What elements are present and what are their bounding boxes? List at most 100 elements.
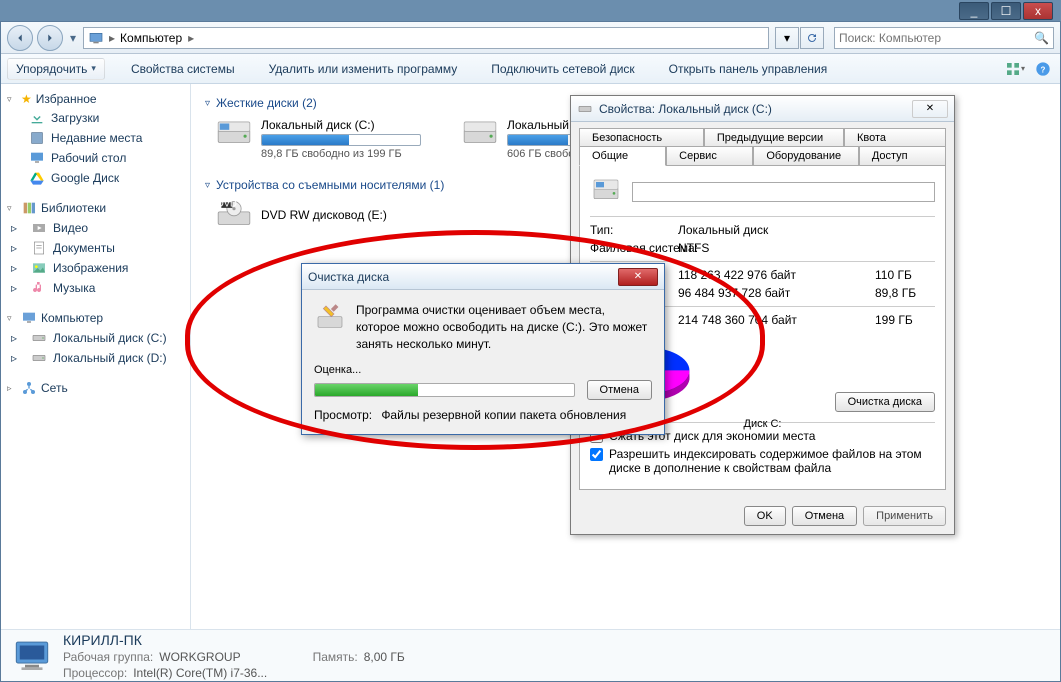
tab-quota[interactable]: Квота xyxy=(844,128,946,147)
drive-dvd-name: DVD RW дисковод (E:) xyxy=(261,208,387,222)
crumb-arrow[interactable]: ▸ xyxy=(184,31,196,45)
fs-value: NTFS xyxy=(678,241,935,255)
sidebar-libraries-header[interactable]: ▿Библиотеки xyxy=(1,198,190,218)
crumb-separator: ▸ xyxy=(106,31,118,45)
disk-cleanup-dialog: Очистка диска ✕ Программа очистки оценив… xyxy=(301,263,665,435)
cleanup-titlebar[interactable]: Очистка диска ✕ xyxy=(302,264,664,290)
capacity-bytes: 214 748 360 704 байт xyxy=(678,313,875,327)
network-icon xyxy=(21,380,37,396)
address-bar: ▾ ▸ Компьютер ▸ ▾ 🔍 xyxy=(1,22,1060,54)
fs-label: Файловая система: xyxy=(590,241,678,255)
used-bytes: 118 263 422 976 байт xyxy=(678,268,875,282)
tab-general[interactable]: Общие xyxy=(579,146,666,166)
tab-tools[interactable]: Сервис xyxy=(666,146,753,166)
svg-text:DVD: DVD xyxy=(217,200,237,209)
arrow-left-icon xyxy=(13,31,27,45)
sidebar-item-music[interactable]: ▹Музыка xyxy=(1,278,190,298)
address-dropdown-button[interactable]: ▾ xyxy=(775,27,799,49)
search-box[interactable]: 🔍 xyxy=(834,27,1054,49)
os-close-button[interactable]: x xyxy=(1023,2,1053,20)
uninstall-program-button[interactable]: Удалить или изменить программу xyxy=(261,59,466,79)
sidebar-item-disk-c[interactable]: ▹Локальный диск (C:) xyxy=(1,328,190,348)
os-maximize-button[interactable]: ☐ xyxy=(991,2,1021,20)
pc-name: КИРИЛЛ-ПК xyxy=(63,632,405,648)
disk-cleanup-button[interactable]: Очистка диска xyxy=(835,392,935,412)
cleanup-icon xyxy=(314,302,346,334)
sidebar-item-desktop[interactable]: Рабочий стол xyxy=(1,148,190,168)
tab-security[interactable]: Безопасность xyxy=(579,128,704,147)
google-drive-icon xyxy=(29,170,45,186)
tab-previous-versions[interactable]: Предыдущие версии xyxy=(704,128,844,147)
properties-close-button[interactable]: ✕ xyxy=(912,100,948,118)
cleanup-message: Программа очистки оценивает объем места,… xyxy=(356,302,652,352)
map-network-drive-button[interactable]: Подключить сетевой диск xyxy=(483,59,642,79)
video-icon xyxy=(31,220,47,236)
nav-history-dropdown[interactable]: ▾ xyxy=(67,27,79,49)
index-checkbox[interactable] xyxy=(590,448,603,461)
search-input[interactable] xyxy=(839,31,1034,45)
search-icon: 🔍 xyxy=(1034,31,1049,45)
open-control-panel-button[interactable]: Открыть панель управления xyxy=(661,59,836,79)
cleanup-title: Очистка диска xyxy=(308,270,618,284)
drive-c-free-text: 89,8 ГБ свободно из 199 ГБ xyxy=(261,148,421,160)
cleanup-cancel-button[interactable]: Отмена xyxy=(587,380,652,400)
sidebar-computer-header[interactable]: ▿Компьютер xyxy=(1,308,190,328)
dvd-drive-icon: DVD xyxy=(215,200,253,230)
tab-hardware[interactable]: Оборудование xyxy=(753,146,859,166)
system-properties-button[interactable]: Свойства системы xyxy=(123,59,243,79)
drive-icon xyxy=(577,101,593,117)
cleanup-close-button[interactable]: ✕ xyxy=(618,268,658,286)
sidebar-item-images[interactable]: ▹Изображения xyxy=(1,258,190,278)
os-minimize-button[interactable]: _ xyxy=(959,2,989,20)
download-icon xyxy=(29,110,45,126)
music-icon xyxy=(31,280,47,296)
toolbar: Упорядочить Свойства системы Удалить или… xyxy=(1,54,1060,84)
drive-c-capacity-bar xyxy=(261,134,421,146)
sidebar-item-downloads[interactable]: Загрузки xyxy=(1,108,190,128)
nav-back-button[interactable] xyxy=(7,25,33,51)
type-value: Локальный диск xyxy=(678,223,935,237)
sidebar-item-video[interactable]: ▹Видео xyxy=(1,218,190,238)
cleanup-viewing-label: Просмотр: xyxy=(314,408,372,422)
desktop-icon xyxy=(29,150,45,166)
properties-title: Свойства: Локальный диск (C:) xyxy=(599,102,912,116)
cleanup-progress-bar xyxy=(314,383,575,397)
drive-c[interactable]: Локальный диск (C:) 89,8 ГБ свободно из … xyxy=(215,118,421,160)
recent-icon xyxy=(29,130,45,146)
sidebar-item-recent[interactable]: Недавние места xyxy=(1,128,190,148)
refresh-button[interactable] xyxy=(800,27,824,49)
sidebar: ▿★Избранное Загрузки Недавние места Рабо… xyxy=(1,84,191,629)
free-gb: 89,8 ГБ xyxy=(875,286,935,300)
organize-button[interactable]: Упорядочить xyxy=(7,58,105,80)
star-icon: ★ xyxy=(21,92,32,106)
view-options-button[interactable]: ▾ xyxy=(1004,58,1026,80)
props-ok-button[interactable]: OK xyxy=(744,506,786,526)
nav-forward-button[interactable] xyxy=(37,25,63,51)
help-icon: ? xyxy=(1035,61,1051,77)
ram-value: 8,00 ГБ xyxy=(364,650,405,664)
sidebar-favorites-header[interactable]: ▿★Избранное xyxy=(1,90,190,108)
props-apply-button[interactable]: Применить xyxy=(863,506,946,526)
properties-tabs: Безопасность Предыдущие версии Квота Общ… xyxy=(579,128,946,165)
cpu-label: Процессор: xyxy=(63,666,127,680)
index-checkbox-row[interactable]: Разрешить индексировать содержимое файло… xyxy=(590,447,935,475)
drive-c-name: Локальный диск (C:) xyxy=(261,118,421,132)
sidebar-item-googledrive[interactable]: Google Диск xyxy=(1,168,190,188)
volume-label-input[interactable] xyxy=(632,182,935,202)
help-button[interactable]: ? xyxy=(1032,58,1054,80)
refresh-icon xyxy=(806,32,818,44)
capacity-gb: 199 ГБ xyxy=(875,313,935,327)
documents-icon xyxy=(31,240,47,256)
tab-sharing[interactable]: Доступ xyxy=(859,146,946,166)
type-label: Тип: xyxy=(590,223,678,237)
computer-large-icon xyxy=(11,635,53,677)
sidebar-item-documents[interactable]: ▹Документы xyxy=(1,238,190,258)
breadcrumb[interactable]: ▸ Компьютер ▸ xyxy=(83,27,769,49)
sidebar-item-disk-d[interactable]: ▹Локальный диск (D:) xyxy=(1,348,190,368)
properties-titlebar[interactable]: Свойства: Локальный диск (C:) ✕ xyxy=(571,96,954,122)
cleanup-estimating: Оценка... xyxy=(314,364,652,376)
view-icon xyxy=(1005,61,1021,77)
props-cancel-button[interactable]: Отмена xyxy=(792,506,857,526)
crumb-computer[interactable]: Компьютер xyxy=(120,31,182,45)
sidebar-network-header[interactable]: ▹Сеть xyxy=(1,378,190,398)
